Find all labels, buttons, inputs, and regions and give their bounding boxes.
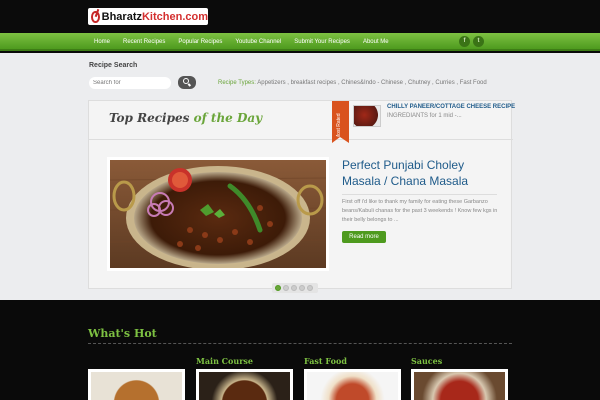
facebook-icon[interactable]: f	[459, 36, 470, 47]
side-recipe-title[interactable]: CHILLY PANEER/COTTAGE CHEESE RECIPE	[387, 104, 515, 110]
nav-submit-recipes[interactable]: Submit Your Recipes	[288, 39, 357, 45]
hot-card-thumbnail[interactable]	[411, 369, 508, 400]
recipe-types: Recipe Types: Appetizers , breakfast rec…	[218, 80, 487, 86]
main-nav: Home Recent Recipes Popular Recipes Yout…	[0, 33, 600, 51]
side-recipe-thumbnail[interactable]	[353, 105, 381, 127]
nav-recent-recipes[interactable]: Recent Recipes	[117, 39, 172, 45]
nav-youtube-channel[interactable]: Youtube Channel	[229, 39, 288, 45]
site-logo[interactable]: Bharatz Kitchen.com	[88, 8, 208, 25]
search-button[interactable]	[178, 76, 196, 89]
top-recipes-title-a: Top Recipes	[109, 111, 194, 125]
category-main-course[interactable]: Main Course	[196, 356, 253, 366]
search-input[interactable]	[89, 77, 171, 89]
featured-recipe-image[interactable]	[107, 157, 329, 271]
recipe-types-links[interactable]: Appetizers , breakfast recipes , Chines&…	[257, 80, 486, 86]
ribbon-label: Most Rated	[336, 113, 342, 139]
nav-about-me[interactable]: About Me	[357, 39, 396, 45]
recipe-types-label: Recipe Types:	[218, 80, 256, 86]
category-sauces[interactable]: Sauces	[411, 356, 442, 366]
nav-home[interactable]: Home	[88, 39, 117, 45]
whats-hot-title: What's Hot	[88, 327, 157, 340]
hot-card-thumbnail[interactable]	[196, 369, 293, 400]
twitter-icon[interactable]: t	[473, 36, 484, 47]
divider	[89, 139, 513, 140]
chana-masala-photo	[110, 160, 326, 268]
category-fast-food[interactable]: Fast Food	[304, 356, 347, 366]
side-recipe-excerpt: INGREDIANTS for 1 mid -...	[387, 113, 462, 119]
divider	[342, 194, 497, 195]
nav-popular-recipes[interactable]: Popular Recipes	[172, 39, 229, 45]
most-rated-ribbon: Most Rated	[332, 101, 349, 143]
logo-text-b: Kitchen.com	[141, 10, 208, 23]
slider-dot[interactable]	[283, 285, 289, 291]
logo-icon	[91, 10, 100, 23]
top-header: Bharatz Kitchen.com	[0, 0, 600, 32]
featured-recipe-excerpt: First off i'd like to thank my family fo…	[342, 199, 498, 223]
slider-dot[interactable]	[291, 285, 297, 291]
recipe-search-title: Recipe Search	[89, 62, 138, 69]
slider-dot[interactable]	[299, 285, 305, 291]
slider-dot[interactable]	[275, 285, 281, 291]
slider-dots	[275, 285, 313, 291]
hot-card-thumbnail[interactable]	[88, 369, 185, 400]
search-icon	[183, 78, 189, 84]
divider	[88, 343, 512, 345]
top-recipes-box: Top Recipes of the Day Most Rated CHILLY…	[88, 100, 515, 293]
top-recipes-title: Top Recipes of the Day	[109, 111, 262, 125]
featured-recipe-title[interactable]: Perfect Punjabi Choley Masala / Chana Ma…	[342, 157, 502, 189]
hot-card-thumbnail[interactable]	[304, 369, 401, 400]
logo-text-a: Bharatz	[101, 10, 142, 23]
top-recipes-title-b: of the Day	[193, 111, 263, 125]
top-recipes-header: Top Recipes of the Day	[89, 101, 339, 139]
slider-dot[interactable]	[307, 285, 313, 291]
read-more-button[interactable]: Read more	[342, 231, 386, 243]
